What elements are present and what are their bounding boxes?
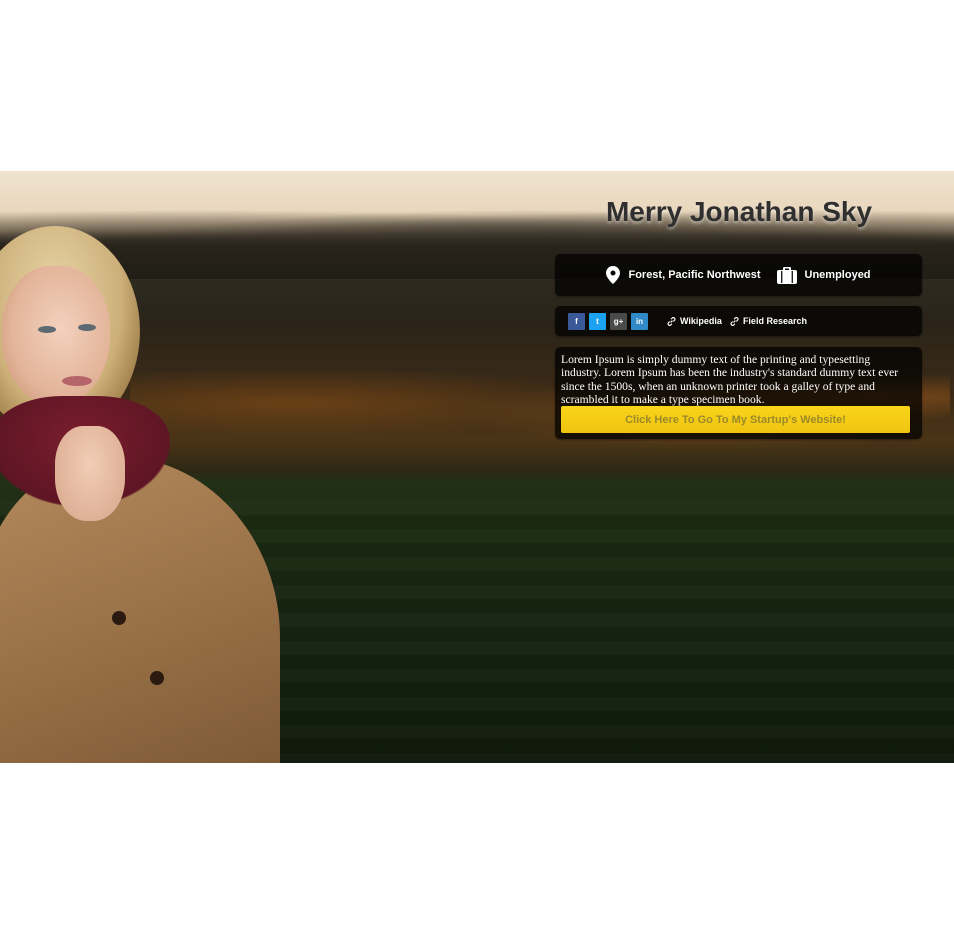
startup-website-button[interactable]: Click Here To Go To My Startup's Website… (561, 406, 910, 433)
map-pin-icon (606, 266, 621, 284)
bio-panel: Lorem Ipsum is simply dummy text of the … (555, 347, 922, 439)
field-research-link[interactable]: Field Research (730, 316, 807, 326)
wikipedia-link[interactable]: Wikipedia (667, 316, 722, 326)
social-icons: f t g+ in (568, 313, 648, 330)
external-links: Wikipedia Field Research (667, 306, 807, 336)
link-icon (667, 316, 676, 326)
google-plus-icon[interactable]: g+ (610, 313, 627, 330)
field-research-link-label[interactable]: Field Research (743, 316, 807, 326)
hand (55, 426, 125, 521)
profile-name: Merry Jonathan Sky (605, 196, 873, 227)
social-panel: f t g+ in Wikipedia Field Research (555, 306, 922, 336)
portrait-photo (0, 171, 300, 763)
eye (38, 326, 56, 333)
info-panel: Forest, Pacific Northwest Unemployed (555, 254, 922, 296)
bio-text: Lorem Ipsum is simply dummy text of the … (561, 353, 899, 406)
lips (62, 376, 92, 386)
briefcase-icon (776, 266, 797, 284)
link-icon (730, 316, 739, 326)
eye (78, 324, 96, 331)
occupation-item: Unemployed (776, 266, 871, 284)
coat-button (112, 611, 126, 625)
twitter-icon[interactable]: t (589, 313, 606, 330)
face (2, 266, 110, 406)
facebook-icon[interactable]: f (568, 313, 585, 330)
occupation-text: Unemployed (804, 269, 871, 281)
location-item: Forest, Pacific Northwest (606, 266, 761, 284)
linkedin-icon[interactable]: in (631, 313, 648, 330)
coat-button (150, 671, 164, 685)
wikipedia-link-label[interactable]: Wikipedia (680, 316, 722, 326)
location-text: Forest, Pacific Northwest (628, 269, 761, 281)
